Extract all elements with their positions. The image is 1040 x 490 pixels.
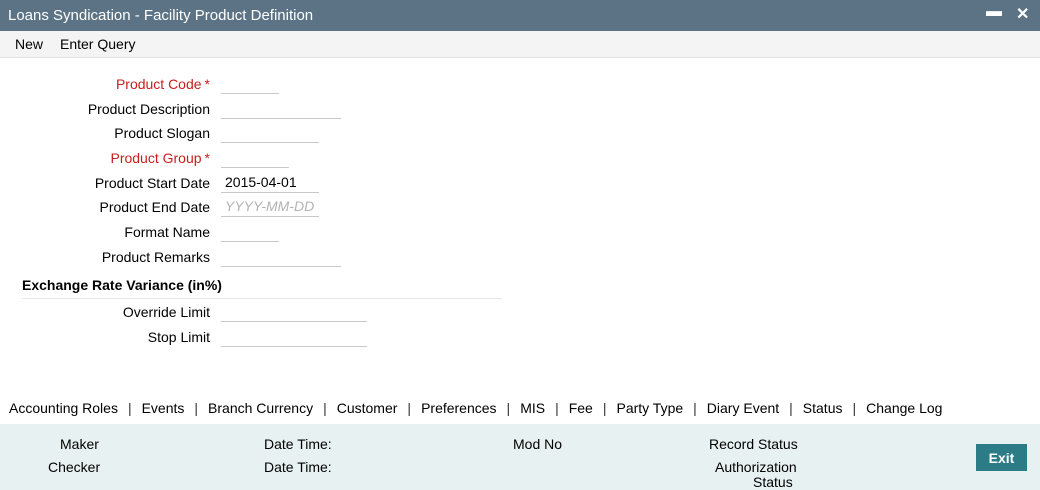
tab-separator: | <box>194 400 199 416</box>
minimize-icon[interactable]: ▬ <box>986 3 1002 21</box>
tab-change-log[interactable]: Change Log <box>866 400 942 416</box>
enter-query-menu-item[interactable]: Enter Query <box>60 36 135 52</box>
stop-limit-label: Stop Limit <box>147 329 210 345</box>
product-code-field[interactable] <box>221 72 279 94</box>
title-bar: Loans Syndication - Facility Product Def… <box>0 0 1040 31</box>
window-title: Loans Syndication - Facility Product Def… <box>8 7 314 24</box>
product-end-date-field[interactable] <box>221 195 319 217</box>
tab-separator: | <box>602 400 607 416</box>
close-icon[interactable]: ✕ <box>1016 4 1029 24</box>
authorization-label: Authorization <box>715 459 797 475</box>
product-start-date-label: Product Start Date <box>94 175 210 191</box>
audit-footer <box>0 424 1040 490</box>
maker-date-time-label: Date Time: <box>264 436 332 452</box>
maker-label: Maker <box>60 436 99 452</box>
tab-customer[interactable]: Customer <box>337 400 398 416</box>
tab-fee[interactable]: Fee <box>569 400 593 416</box>
product-slogan-label: Product Slogan <box>114 125 210 141</box>
tab-status[interactable]: Status <box>803 400 843 416</box>
required-marker: * <box>204 76 210 92</box>
product-description-field[interactable] <box>221 97 341 119</box>
tab-preferences[interactable]: Preferences <box>421 400 496 416</box>
checker-date-time-label: Date Time: <box>264 459 332 475</box>
tab-party-type[interactable]: Party Type <box>616 400 683 416</box>
product-group-field[interactable] <box>221 146 289 168</box>
tab-separator: | <box>852 400 857 416</box>
exit-button[interactable]: Exit <box>976 444 1027 471</box>
format-name-field[interactable] <box>221 220 279 242</box>
tab-accounting-roles[interactable]: Accounting Roles <box>9 400 118 416</box>
override-limit-label: Override Limit <box>122 304 210 320</box>
product-start-date-field[interactable] <box>221 171 319 193</box>
tab-separator: | <box>323 400 327 416</box>
tab-events[interactable]: Events <box>142 400 185 416</box>
stop-limit-field[interactable] <box>221 325 367 347</box>
checker-label: Checker <box>48 459 101 475</box>
product-remarks-label: Product Remarks <box>101 249 210 265</box>
tab-separator: | <box>506 400 511 416</box>
tab-diary-event[interactable]: Diary Event <box>707 400 779 416</box>
tab-separator: | <box>127 400 132 416</box>
tab-separator: | <box>789 400 793 416</box>
format-name-label: Format Name <box>124 224 210 240</box>
product-slogan-field[interactable] <box>221 121 319 143</box>
authorization-status-label: Status <box>753 474 793 490</box>
subsystem-tabs: Accounting Roles | Events | Branch Currency |… <box>9 400 942 416</box>
tab-separator: | <box>693 400 697 416</box>
tab-mis[interactable]: MIS <box>520 400 545 416</box>
product-remarks-field[interactable] <box>221 245 341 267</box>
record-status-label: Record Status <box>709 436 798 452</box>
exchange-rate-section-title: Exchange Rate Variance (in%) <box>22 277 502 299</box>
tab-separator: | <box>407 400 412 416</box>
tab-separator: | <box>555 400 559 416</box>
menu-bar: New Enter Query <box>0 31 1040 58</box>
new-menu-item[interactable]: New <box>15 36 43 52</box>
product-end-date-label: Product End Date <box>99 199 210 215</box>
tab-branch-currency[interactable]: Branch Currency <box>208 400 313 416</box>
required-marker: * <box>204 150 210 166</box>
product-description-label: Product Description <box>87 101 210 117</box>
product-code-label: Product Code * <box>115 76 210 92</box>
product-group-label: Product Group * <box>110 150 210 166</box>
override-limit-field[interactable] <box>221 300 367 322</box>
mod-no-label: Mod No <box>513 436 563 452</box>
